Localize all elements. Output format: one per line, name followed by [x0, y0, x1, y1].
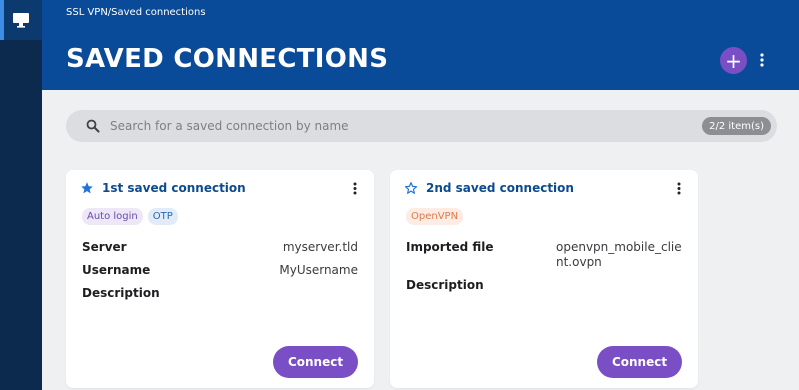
main-content: 2/2 item(s) 1st saved connection Auto lo…: [42, 90, 799, 390]
connection-card: 1st saved connection Auto login OTP Serv…: [66, 170, 374, 388]
field-value: openvpn_mobile_client.ovpn: [556, 240, 682, 269]
field-label: Description: [406, 278, 484, 292]
tag-list: OpenVPN: [406, 208, 464, 225]
field-label: Description: [82, 286, 160, 300]
page-header: SSL VPN/Saved connections SAVED CONNECTI…: [42, 0, 799, 90]
monitor-icon: [13, 13, 29, 28]
search-bar: 2/2 item(s): [66, 110, 777, 142]
field-value: MyUsername: [279, 263, 358, 277]
field-value: [556, 278, 682, 293]
connection-fields: Server myserver.tld Username MyUsername …: [82, 240, 358, 309]
star-outline-icon[interactable]: [404, 181, 418, 195]
tag-otp: OTP: [147, 208, 178, 225]
connect-button[interactable]: Connect: [597, 346, 682, 378]
field-row-server: Server myserver.tld: [82, 240, 358, 255]
more-options-icon[interactable]: [754, 50, 770, 70]
search-icon: [86, 119, 100, 133]
tag-auto-login: Auto login: [82, 208, 143, 225]
plus-icon: +: [725, 48, 742, 73]
breadcrumb[interactable]: SSL VPN/Saved connections: [66, 7, 206, 18]
card-menu-icon[interactable]: [350, 180, 360, 196]
card-menu-icon[interactable]: [674, 180, 684, 196]
field-row-username: Username MyUsername: [82, 263, 358, 278]
field-row-imported-file: Imported file openvpn_mobile_client.ovpn: [406, 240, 682, 270]
card-title: 2nd saved connection: [426, 181, 574, 195]
add-connection-button[interactable]: +: [720, 47, 747, 74]
field-label: Imported file: [406, 240, 494, 254]
card-header: 2nd saved connection: [404, 180, 684, 196]
sidebar: [0, 0, 42, 390]
field-row-description: Description: [406, 278, 682, 293]
field-value: myserver.tld: [282, 240, 358, 254]
item-count-badge: 2/2 item(s): [702, 117, 771, 135]
page-title: SAVED CONNECTIONS: [66, 44, 389, 74]
tag-openvpn: OpenVPN: [406, 208, 464, 225]
field-row-description: Description: [82, 286, 358, 301]
tag-list: Auto login OTP: [82, 208, 178, 225]
connection-fields: Imported file openvpn_mobile_client.ovpn…: [406, 240, 682, 301]
field-label: Username: [82, 263, 151, 277]
sidebar-item-vpn[interactable]: [0, 0, 42, 40]
star-filled-icon[interactable]: [80, 181, 94, 195]
connection-card: 2nd saved connection OpenVPN Imported fi…: [390, 170, 698, 388]
search-input[interactable]: [110, 115, 690, 137]
connect-button[interactable]: Connect: [273, 346, 358, 378]
field-label: Server: [82, 240, 127, 254]
card-header: 1st saved connection: [80, 180, 360, 196]
card-title: 1st saved connection: [102, 181, 246, 195]
